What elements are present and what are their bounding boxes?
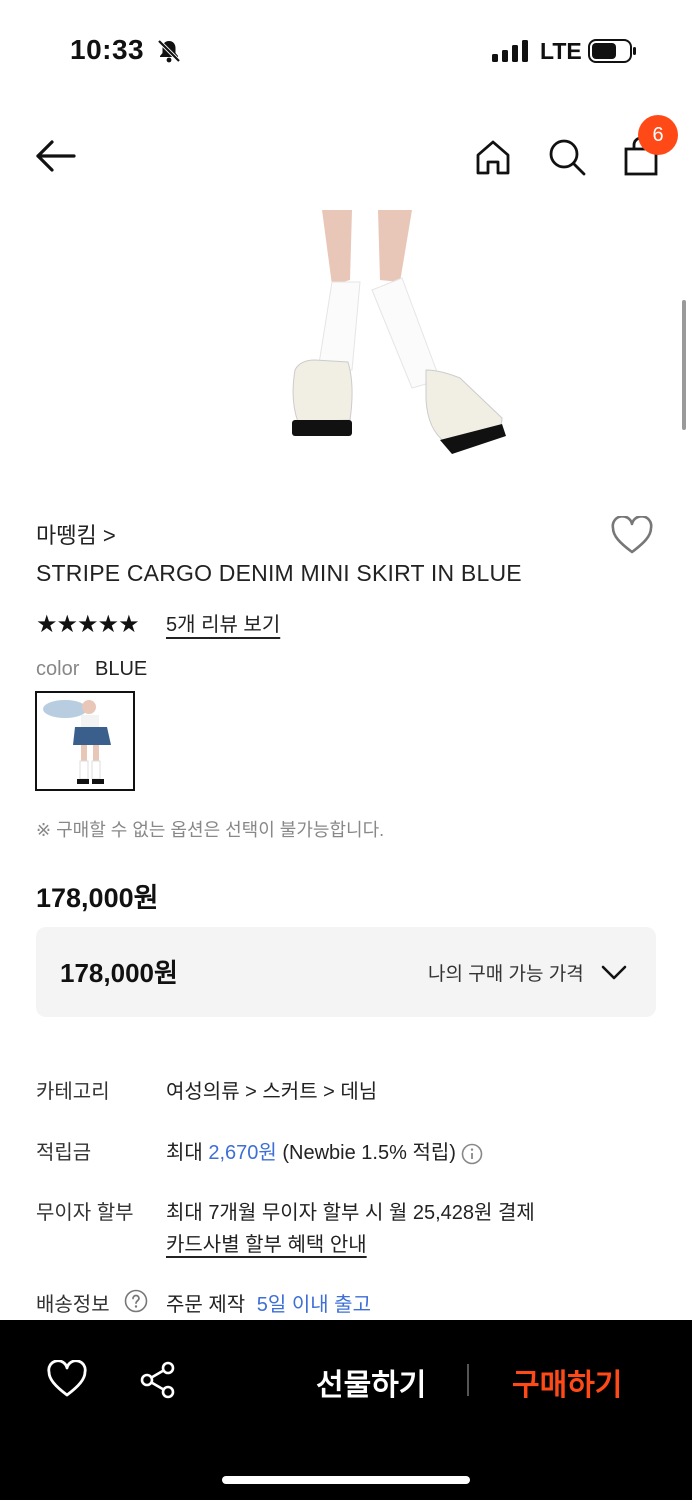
chevron-down-icon[interactable] xyxy=(600,960,628,984)
my-price-label[interactable]: 나의 구매 가능 가격 xyxy=(428,959,584,986)
category-path[interactable]: 여성의류 > 스커트 > 데님 xyxy=(166,1075,377,1104)
option-notice: ※ 구매할 수 없는 옵션은 선택이 불가능합니다. xyxy=(36,820,385,840)
installment-benefits-link[interactable]: 카드사별 할부 혜택 안내 xyxy=(166,1228,367,1257)
network-label: LTE xyxy=(540,38,582,64)
battery-icon xyxy=(588,39,636,63)
rating-stars: ★★★★★ xyxy=(36,611,140,638)
product-hero-image[interactable] xyxy=(240,210,530,460)
installment-text: 최대 7개월 무이자 할부 시 월 25,428원 결제 xyxy=(166,1202,535,1224)
color-value: BLUE xyxy=(95,658,148,680)
color-label: color xyxy=(36,658,80,680)
brand-link[interactable]: 마뗑킴 > xyxy=(36,518,116,550)
shipping-prefix: 주문 제작 xyxy=(166,1294,246,1316)
review-link[interactable]: 5개 리뷰 보기 xyxy=(166,608,280,637)
points-label: 적립금 xyxy=(36,1142,92,1164)
shipping-label: 배송정보 xyxy=(36,1294,110,1316)
points-amount: 2,670원 xyxy=(208,1142,277,1164)
color-swatch-blue[interactable] xyxy=(35,691,135,791)
heart-icon[interactable] xyxy=(46,1360,88,1400)
installment-label: 무이자 할부 xyxy=(36,1202,134,1224)
shipping-eta: 5일 이내 출고 xyxy=(256,1294,371,1316)
points-suffix: (Newbie 1.5% 적립) xyxy=(282,1142,456,1164)
gift-button[interactable]: 선물하기 xyxy=(316,1360,426,1404)
points-info: 최대 2,670원 (Newbie 1.5% 적립) xyxy=(166,1136,483,1165)
status-time: 10:33 xyxy=(70,34,145,65)
bottom-action-bar xyxy=(0,1320,692,1500)
scrollbar[interactable] xyxy=(682,300,686,430)
shipping-info: 주문 제작 5일 이내 출고 xyxy=(166,1288,371,1317)
info-icon[interactable] xyxy=(461,1143,483,1165)
share-icon[interactable] xyxy=(138,1360,178,1400)
home-indicator xyxy=(222,1476,470,1484)
bell-muted-icon xyxy=(157,39,181,63)
heart-icon[interactable] xyxy=(610,516,654,556)
my-price-value: 178,000원 xyxy=(60,958,178,988)
product-title: STRIPE CARGO DENIM MINI SKIRT IN BLUE xyxy=(36,560,522,586)
points-prefix: 최대 xyxy=(166,1142,203,1164)
divider xyxy=(467,1364,469,1396)
help-icon[interactable] xyxy=(124,1289,148,1313)
signal-icon xyxy=(492,40,528,62)
swatch-thumbnail xyxy=(43,700,111,784)
product-price: 178,000원 xyxy=(36,883,159,913)
home-icon[interactable] xyxy=(472,136,514,178)
cart-count-badge: 6 xyxy=(638,115,678,155)
category-label: 카테고리 xyxy=(36,1081,110,1103)
back-arrow-icon[interactable] xyxy=(34,138,78,174)
search-icon[interactable] xyxy=(546,136,588,178)
buy-button[interactable]: 구매하기 xyxy=(512,1360,622,1404)
